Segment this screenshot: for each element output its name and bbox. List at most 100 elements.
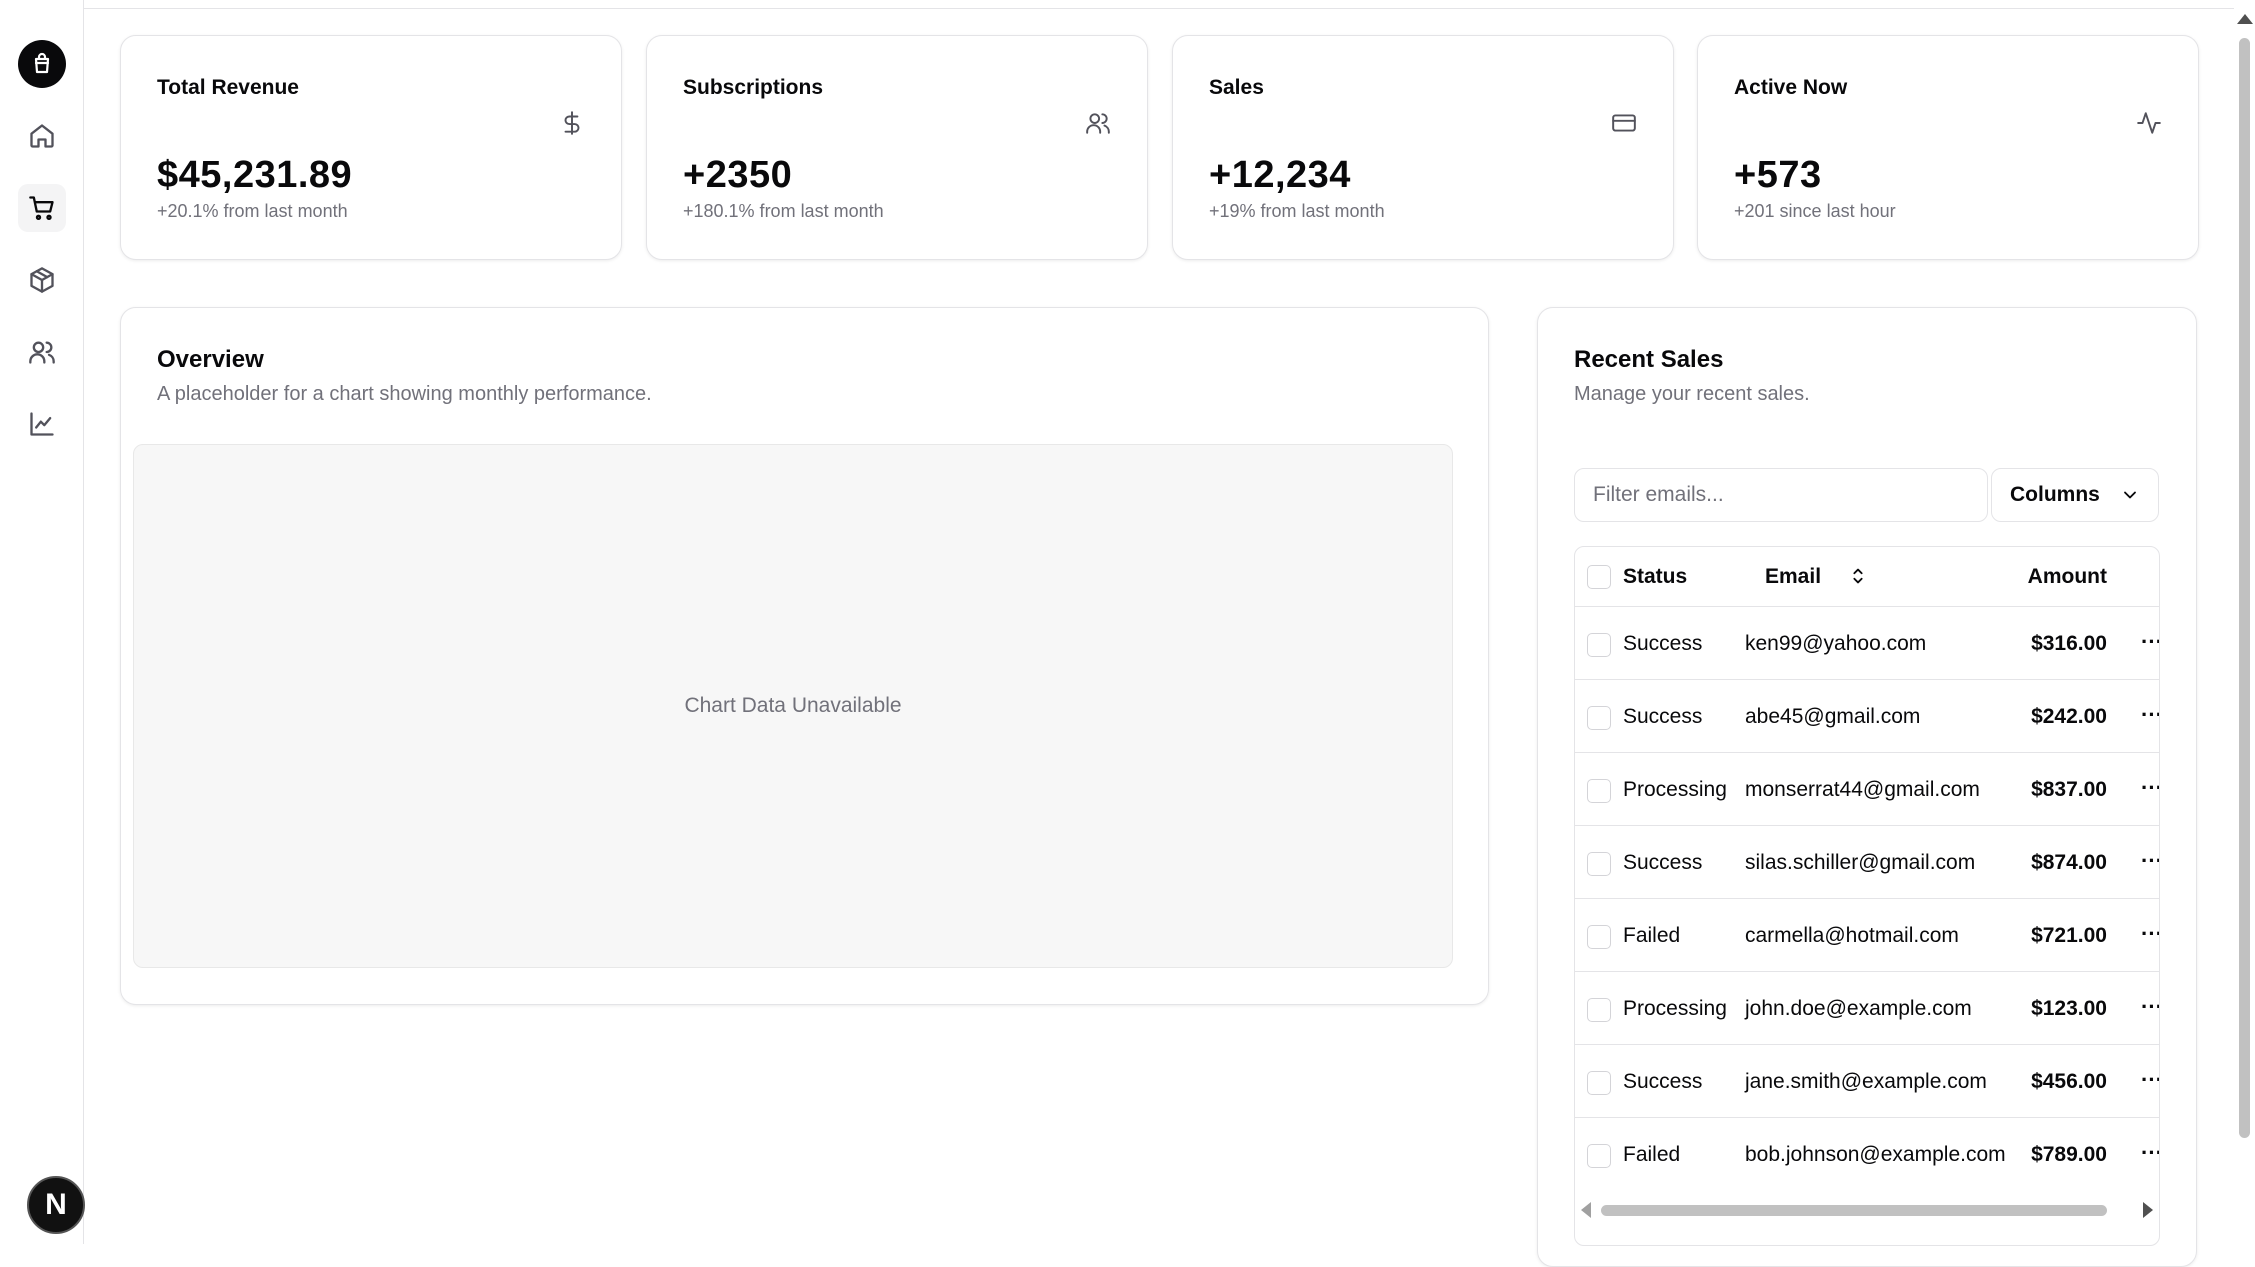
scroll-up-arrow[interactable] [2237, 14, 2253, 24]
row-email: john.doe@example.com [1745, 997, 1972, 1020]
sidebar-item-analytics[interactable] [18, 400, 66, 448]
stat-subtext: +180.1% from last month [683, 201, 884, 221]
row-checkbox[interactable] [1587, 925, 1611, 949]
stat-value: $45,231.89 [157, 154, 353, 196]
chart-placeholder-text: Chart Data Unavailable [684, 694, 902, 717]
stat-value: +12,234 [1209, 154, 1351, 196]
filter-emails-input[interactable] [1574, 468, 1988, 522]
table-row: Failed carmella@hotmail.com $721.00 ··· [1575, 899, 2159, 972]
stat-title: Sales [1209, 76, 1264, 99]
row-status: Processing [1623, 778, 1727, 801]
stat-title: Total Revenue [157, 76, 299, 99]
table-row: Success silas.schiller@gmail.com $874.00… [1575, 826, 2159, 899]
stat-card-active-now: Active Now +573 +201 since last hour [1697, 35, 2199, 260]
table-header: Status Email Amount [1575, 547, 2159, 607]
users-icon [29, 341, 55, 364]
row-actions-button[interactable]: ··· [2141, 921, 2159, 947]
users-icon [1085, 110, 1111, 136]
row-checkbox[interactable] [1587, 998, 1611, 1022]
row-email: abe45@gmail.com [1745, 705, 1921, 728]
stat-subtext: +201 since last hour [1734, 201, 1896, 221]
header-email-sort-button[interactable]: Email [1765, 565, 1821, 589]
row-checkbox[interactable] [1587, 1144, 1611, 1168]
row-email: monserrat44@gmail.com [1745, 778, 1980, 801]
row-actions-button[interactable]: ··· [2141, 702, 2159, 728]
row-status: Failed [1623, 1143, 1681, 1166]
scroll-right-arrow[interactable] [2143, 1202, 2153, 1218]
row-amount: $874.00 [2031, 851, 2107, 874]
recent-sales-title: Recent Sales [1574, 346, 1724, 373]
table-row: Failed bob.johnson@example.com $789.00 ·… [1575, 1118, 2159, 1191]
recent-sales-description: Manage your recent sales. [1574, 383, 1810, 405]
page-vertical-scrollbar[interactable] [2234, 0, 2255, 1244]
stat-title: Active Now [1734, 76, 1848, 99]
row-actions-button[interactable]: ··· [2141, 1067, 2159, 1093]
row-checkbox[interactable] [1587, 1071, 1611, 1095]
chart-placeholder: Chart Data Unavailable [133, 444, 1453, 968]
scroll-left-arrow[interactable] [1581, 1202, 1591, 1218]
recent-sales-card: Recent Sales Manage your recent sales. C… [1537, 307, 2197, 1267]
sort-icon[interactable] [1847, 565, 1869, 587]
overview-title: Overview [157, 346, 264, 373]
row-amount: $316.00 [2031, 632, 2107, 655]
overview-card: Overview A placeholder for a chart showi… [120, 307, 1489, 1005]
row-email: jane.smith@example.com [1745, 1070, 1987, 1093]
dollar-icon [559, 110, 585, 136]
table-row: Processing monserrat44@gmail.com $837.00… [1575, 753, 2159, 826]
stat-value: +2350 [683, 154, 793, 196]
stat-title: Subscriptions [683, 76, 824, 99]
line-chart-icon [30, 412, 54, 436]
shopping-cart-icon [29, 196, 54, 221]
row-amount: $123.00 [2031, 997, 2107, 1020]
row-status: Success [1623, 851, 1703, 874]
stat-value: +573 [1734, 154, 1822, 196]
stat-subtext: +20.1% from last month [157, 201, 348, 221]
table-horizontal-scrollbar[interactable] [1575, 1199, 2159, 1221]
row-email: ken99@yahoo.com [1745, 632, 1927, 655]
row-actions-button[interactable]: ··· [2141, 1140, 2159, 1166]
row-status: Success [1623, 1070, 1703, 1093]
sales-table: Status Email Amount Success ken99@yahoo.… [1574, 546, 2160, 1246]
scrollbar-thumb[interactable] [1601, 1205, 2107, 1216]
stat-card-sales: Sales +12,234 +19% from last month [1172, 35, 1674, 260]
overview-description: A placeholder for a chart showing monthl… [157, 383, 652, 405]
row-actions-button[interactable]: ··· [2141, 994, 2159, 1020]
row-checkbox[interactable] [1587, 706, 1611, 730]
next-badge[interactable]: N [27, 1176, 85, 1234]
row-amount: $721.00 [2031, 924, 2107, 947]
scrollbar-thumb[interactable] [2239, 38, 2250, 1138]
activity-icon [2136, 110, 2162, 136]
sidebar-item-customers[interactable] [18, 328, 66, 376]
credit-card-icon [1611, 110, 1637, 136]
row-actions-button[interactable]: ··· [2141, 848, 2159, 874]
row-amount: $837.00 [2031, 778, 2107, 801]
shopping-bag-icon [34, 52, 50, 74]
brand-logo[interactable] [18, 40, 66, 88]
sidebar-item-products[interactable] [18, 256, 66, 304]
top-divider [84, 8, 2234, 9]
row-email: bob.johnson@example.com [1745, 1143, 2006, 1166]
header-status: Status [1623, 565, 1688, 588]
table-row: Success ken99@yahoo.com $316.00 ··· [1575, 607, 2159, 680]
sidebar-item-orders[interactable] [18, 184, 66, 232]
columns-dropdown-button[interactable]: Columns [1991, 468, 2159, 522]
next-badge-letter: N [45, 1188, 67, 1221]
chevron-down-icon [2124, 491, 2136, 499]
row-checkbox[interactable] [1587, 852, 1611, 876]
sidebar-item-home[interactable] [18, 112, 66, 160]
package-icon [30, 267, 54, 293]
table-row: Success abe45@gmail.com $242.00 ··· [1575, 680, 2159, 753]
stat-subtext: +19% from last month [1209, 201, 1385, 221]
home-icon [30, 124, 54, 148]
select-all-checkbox[interactable] [1587, 565, 1611, 589]
table-row: Processing john.doe@example.com $123.00 … [1575, 972, 2159, 1045]
row-checkbox[interactable] [1587, 779, 1611, 803]
row-email: silas.schiller@gmail.com [1745, 851, 1976, 874]
row-status: Success [1623, 632, 1703, 655]
row-checkbox[interactable] [1587, 633, 1611, 657]
stat-card-total-revenue: Total Revenue $45,231.89 +20.1% from las… [120, 35, 622, 260]
row-actions-button[interactable]: ··· [2141, 629, 2159, 655]
row-amount: $789.00 [2031, 1143, 2107, 1166]
row-actions-button[interactable]: ··· [2141, 775, 2159, 801]
table-row: Success jane.smith@example.com $456.00 ·… [1575, 1045, 2159, 1118]
